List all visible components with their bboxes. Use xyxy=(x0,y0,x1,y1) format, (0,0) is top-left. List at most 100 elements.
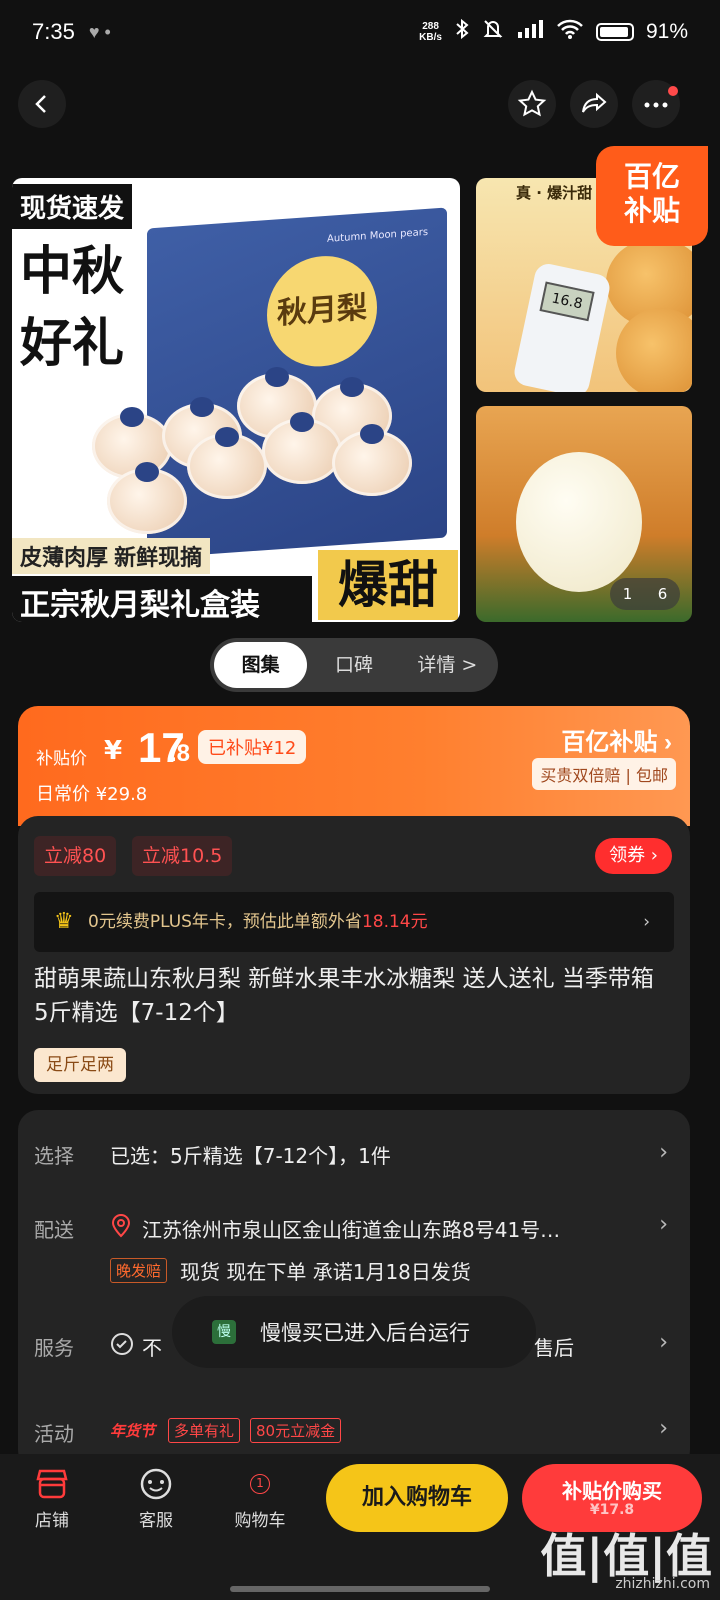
pear-graphic xyxy=(187,427,267,499)
status-bar: 7:35 ♥ • 288 KB/s 91% xyxy=(0,0,720,64)
star-icon xyxy=(517,89,547,117)
share-icon xyxy=(582,92,607,113)
regular-price: 日常价 ¥29.8 xyxy=(36,784,148,805)
slogan-sweet: 爆甜 xyxy=(318,550,458,620)
counter-current: 1 xyxy=(622,585,633,603)
chevron-right-icon: › xyxy=(643,912,650,932)
meter-reading: 16.8 xyxy=(539,281,595,322)
plus-text: 0元续费PLUS年卡，预估此单额外省 xyxy=(88,912,362,932)
get-coupon-button[interactable]: 领券 › xyxy=(595,838,672,874)
store-tab[interactable]: 店铺 xyxy=(12,1462,92,1531)
chevron-right-icon: › xyxy=(659,1140,668,1165)
select-label: 选择 xyxy=(34,1144,74,1168)
net-speed-unit: KB/s xyxy=(419,32,442,43)
favorite-button[interactable] xyxy=(508,80,556,128)
subsidy-corner-badge: 百亿补贴 xyxy=(596,146,708,246)
crown-icon: ♛ xyxy=(54,909,74,934)
mute-icon xyxy=(482,18,504,46)
box-english-title: Autumn Moon pears xyxy=(327,226,429,245)
net-speed-value: 288 xyxy=(422,21,439,32)
pear-graphic xyxy=(107,462,187,534)
product-info-card: 立减80 立减10.5 领券 › ♛ 0元续费PLUS年卡，预估此单额外省18.… xyxy=(18,816,690,1094)
more-notification-dot xyxy=(668,86,678,96)
ship-address: 江苏徐州市泉山区金山街道金山东路8号41号… xyxy=(142,1218,561,1242)
in-stock-tag: 现货速发 xyxy=(12,184,133,229)
activity-tag: 80元立减金 xyxy=(250,1418,342,1443)
gallery-counter: 1 6 xyxy=(610,578,680,610)
cart-count-badge: 1 xyxy=(250,1474,270,1494)
coupon-tag[interactable]: 立减80 xyxy=(34,836,117,876)
order-options-card: 选择 已选：5斤精选【7-12个】，1件 › 配送 江苏徐州市泉山区金山街道金山… xyxy=(18,1110,690,1470)
pear-graphic xyxy=(262,412,342,484)
activity-label: 活动 xyxy=(34,1422,74,1446)
buy-now-price: ¥17.8 xyxy=(589,1502,635,1518)
ship-label: 配送 xyxy=(34,1218,74,1242)
subsidized-amount-badge: 已补贴¥12 xyxy=(198,730,307,764)
status-time: 7:35 xyxy=(32,19,75,44)
check-circle-icon xyxy=(110,1332,134,1360)
service-value: 不 xyxy=(142,1336,162,1360)
app-icon: 慢 xyxy=(212,1320,236,1344)
chevron-right-icon: › xyxy=(659,1212,668,1237)
cart-count-icon: 1 xyxy=(220,1462,300,1506)
more-button[interactable] xyxy=(632,80,680,128)
chevron-right-icon: › xyxy=(659,1330,668,1355)
location-pin-icon xyxy=(110,1212,132,1242)
site-watermark-url: zhizhizhi.com xyxy=(615,1576,710,1592)
late-delivery-badge: 晚发赔 xyxy=(110,1258,168,1283)
pear-graphic xyxy=(616,308,692,392)
peeled-pear-graphic xyxy=(516,452,642,592)
ship-detail: 现货 现在下单 承诺1月18日发货 xyxy=(180,1260,471,1284)
guarantee-perk: 买贵双倍赔 | 包邮 xyxy=(532,758,676,790)
share-button[interactable] xyxy=(570,80,618,128)
refractometer-graphic: 16.8 xyxy=(511,261,613,392)
media-tabs: 图集 口碑 详情 > xyxy=(210,638,498,692)
more-dots-icon xyxy=(644,102,668,108)
chat-face-icon xyxy=(116,1462,196,1506)
tab-gallery[interactable]: 图集 xyxy=(214,642,308,688)
add-to-cart-button[interactable]: 加入购物车 xyxy=(326,1464,508,1532)
counter-total: 6 xyxy=(657,585,668,603)
service-after: 售后 xyxy=(534,1336,574,1360)
store-icon xyxy=(12,1462,92,1506)
plus-membership-banner[interactable]: ♛ 0元续费PLUS年卡，预估此单额外省18.14元 › xyxy=(34,892,674,952)
price-banner: 补贴价 ¥ 17 .8 已补贴¥12 日常价 ¥29.8 百亿补贴 › 买贵双倍… xyxy=(18,706,690,826)
service-label: 服务 xyxy=(34,1336,74,1360)
currency-symbol: ¥ xyxy=(104,736,123,766)
net-speed: 288 KB/s xyxy=(419,21,442,43)
home-indicator[interactable] xyxy=(230,1586,490,1592)
service-label: 客服 xyxy=(139,1511,173,1531)
bluetooth-icon xyxy=(454,18,470,46)
pear-graphic xyxy=(332,424,412,496)
cart-label: 购物车 xyxy=(234,1511,286,1531)
toast-text: 慢慢买已进入后台运行 xyxy=(260,1321,470,1345)
back-button[interactable] xyxy=(18,80,66,128)
tab-reviews[interactable]: 口碑 xyxy=(307,642,400,688)
tab-details[interactable]: 详情 > xyxy=(401,642,494,688)
price-decimal: .8 xyxy=(170,740,191,767)
customer-service-tab[interactable]: 客服 xyxy=(116,1462,196,1531)
cart-tab[interactable]: 1 购物车 xyxy=(220,1462,300,1531)
mid-autumn-calligraphy: 中秋好礼 xyxy=(20,241,125,374)
select-value: 已选：5斤精选【7-12个】，1件 xyxy=(110,1144,391,1168)
full-weight-badge: 足斤足两 xyxy=(34,1048,126,1082)
moon-label: 秋月梨 xyxy=(267,252,377,371)
subsidy-corner-text: 百亿补贴 xyxy=(623,161,680,226)
coupon-tag[interactable]: 立减10.5 xyxy=(132,836,233,876)
subsidy-brand-link[interactable]: 百亿补贴 › xyxy=(561,722,672,757)
plus-amount: 18.14元 xyxy=(361,912,428,932)
gallery-main-image[interactable]: 秋月梨 Autumn Moon pears 现货速发 中秋好礼 皮薄肉厚 新鲜现… xyxy=(12,178,460,622)
wifi-icon xyxy=(556,18,584,46)
activity-tag: 多单有礼 xyxy=(168,1418,241,1443)
chevron-right-icon: › xyxy=(659,1416,668,1441)
product-title: 甜萌果蔬山东秋月梨 新鲜水果丰水冰糖梨 送人送礼 当季带箱 5斤精选【7-12个… xyxy=(34,966,654,1026)
battery-percent: 91% xyxy=(645,20,688,43)
background-toast: 慢 慢慢买已进入后台运行 xyxy=(172,1296,536,1368)
new-year-festival-logo: 年货节 xyxy=(110,1422,156,1440)
back-arrow-icon xyxy=(35,95,46,113)
subsidy-price-label: 补贴价 xyxy=(36,749,87,769)
thumb-caption: 真 · 爆汁甜 xyxy=(516,184,593,202)
slogan-giftbox: 正宗秋月梨礼盒装 xyxy=(12,576,312,622)
store-label: 店铺 xyxy=(35,1511,69,1531)
battery-icon xyxy=(595,23,634,41)
